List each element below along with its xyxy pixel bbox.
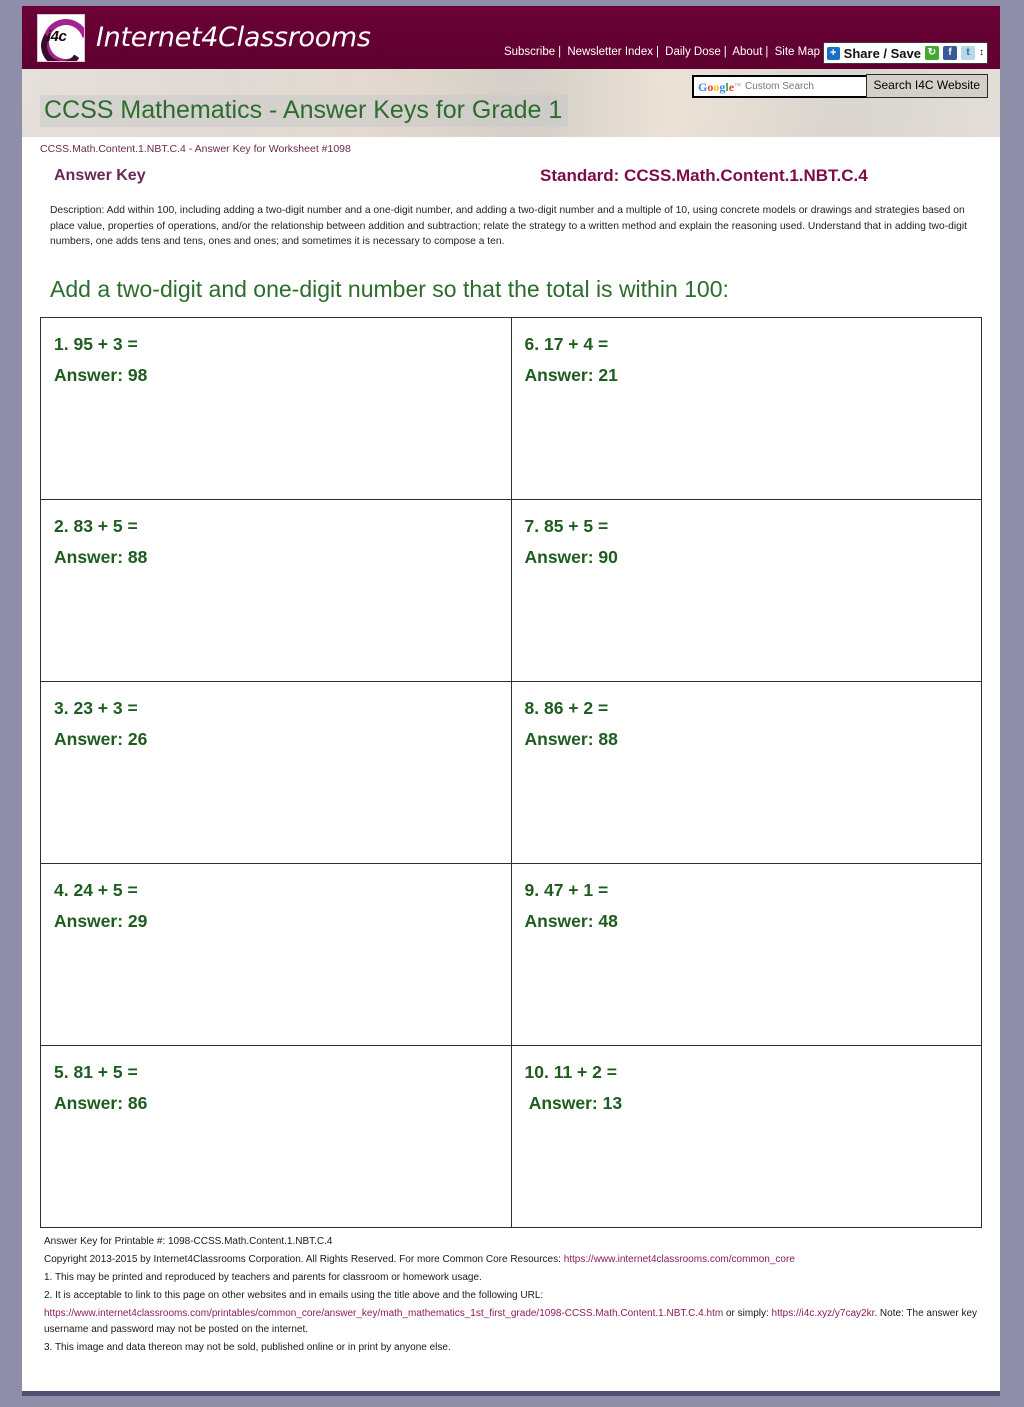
table-row: 1. 95 + 3 = Answer: 98 6. 17 + 4 = Answe… [40, 316, 982, 500]
problem-answer: Answer: 29 [54, 910, 148, 931]
problem-cell-10: 10. 11 + 2 = Answer: 13 [510, 1044, 982, 1228]
table-row: 2. 83 + 5 = Answer: 88 7. 85 + 5 = Answe… [40, 498, 982, 682]
instruction-heading: Add a two-digit and one-digit number so … [50, 275, 729, 302]
copyright-line: Copyright 2013-2015 by Internet4Classroo… [44, 1252, 980, 1268]
nav-item-site-map[interactable]: Site Map [775, 46, 820, 58]
footer-note-3: 3. This image and data thereon may not b… [44, 1341, 451, 1353]
nav-separator: | [558, 46, 562, 58]
printable-id-line: Answer Key for Printable #: 1098-CCSS.Ma… [44, 1235, 333, 1247]
nav-item-subscribe[interactable]: Subscribe [504, 46, 555, 58]
share-green-icon[interactable]: ↻ [925, 46, 939, 60]
nav-separator: | [723, 46, 727, 58]
i4c-badge-text: i4c [47, 27, 67, 45]
problem-answer: Answer: 13 [524, 1092, 623, 1113]
copyright-text: Copyright 2013-2015 by Internet4Classroo… [44, 1253, 564, 1265]
site-logo-text: Internet4Classrooms [96, 22, 371, 53]
problem-answer: Answer: 88 [54, 546, 148, 567]
problem-cell-9: 9. 47 + 1 = Answer: 48 [510, 862, 982, 1046]
problem-question: 1. 95 + 3 = [54, 333, 138, 354]
twitter-icon[interactable]: t [961, 46, 975, 60]
problems-grid: 1. 95 + 3 = Answer: 98 6. 17 + 4 = Answe… [40, 316, 982, 1228]
worksheet-id-line: CCSS.Math.Content.1.NBT.C.4 - Answer Key… [40, 143, 351, 155]
footer-url-line: https://www.internet4classrooms.com/prin… [44, 1306, 980, 1338]
plus-icon: + [826, 46, 840, 60]
footer-rule [22, 1391, 1000, 1396]
problem-cell-7: 7. 85 + 5 = Answer: 90 [510, 498, 982, 682]
problem-question: 8. 86 + 2 = [524, 697, 609, 718]
problem-cell-1: 1. 95 + 3 = Answer: 98 [40, 316, 512, 500]
problem-answer: Answer: 48 [524, 910, 618, 931]
facebook-icon[interactable]: f [943, 46, 957, 60]
nav-separator: | [765, 46, 769, 58]
page-title: CCSS Mathematics - Answer Keys for Grade… [40, 95, 569, 127]
worksheet-page: i4c Internet4Classrooms Subscribe | Newsl… [22, 6, 1000, 1396]
site-masthead: i4c Internet4Classrooms Subscribe | Newsl… [22, 6, 1000, 69]
search-button[interactable]: Search I4C Website [865, 74, 988, 98]
problem-cell-8: 8. 86 + 2 = Answer: 88 [510, 680, 982, 864]
problem-answer: Answer: 21 [524, 364, 618, 385]
problem-question: 5. 81 + 5 = [54, 1061, 138, 1082]
problem-question: 4. 24 + 5 = [54, 879, 138, 900]
problem-cell-5: 5. 81 + 5 = Answer: 86 [40, 1044, 512, 1228]
chevron-updown-icon[interactable]: ↕ [979, 48, 984, 58]
table-row: 4. 24 + 5 = Answer: 29 9. 47 + 1 = Answe… [40, 862, 982, 1046]
short-url-link[interactable]: https://i4c.xyz/y7cay2kr [772, 1308, 875, 1319]
answer-key-label: Answer Key [54, 167, 146, 184]
nav-item-newsletter-index[interactable]: Newsletter Index [567, 46, 653, 58]
google-logo-icon: Google [698, 79, 735, 94]
problem-cell-6: 6. 17 + 4 = Answer: 21 [510, 316, 982, 500]
nav-item-daily-dose[interactable]: Daily Dose [665, 46, 721, 58]
nav-item-about[interactable]: About [732, 46, 762, 58]
i4c-logo-icon: i4c [37, 13, 85, 62]
url-connector-text: or simply: [723, 1307, 772, 1319]
problem-answer: Answer: 86 [54, 1092, 148, 1113]
problem-question: 7. 85 + 5 = [524, 515, 609, 536]
nav-separator: | [655, 46, 659, 58]
share-save-widget[interactable]: + Share / Save ↻ f t ↕ [822, 42, 988, 64]
footer-note-2: 2. It is acceptable to link to this page… [44, 1289, 544, 1301]
problem-question: 6. 17 + 4 = [524, 333, 609, 354]
top-navigation: Subscribe | Newsletter Index | Daily Dose |… [504, 46, 820, 58]
page-banner: Google ™ Custom Search Search I4C Website… [22, 69, 1000, 137]
table-row: 3. 23 + 3 = Answer: 26 8. 86 + 2 = Answe… [40, 680, 982, 864]
standard-description: Description: Add within 100, including a… [50, 205, 968, 247]
site-logo[interactable]: i4c Internet4Classrooms [37, 13, 371, 62]
worksheet-url-link[interactable]: https://www.internet4classrooms.com/prin… [44, 1308, 723, 1319]
problem-answer: Answer: 90 [524, 546, 618, 567]
search-placeholder: Custom Search [745, 81, 814, 92]
problem-answer: Answer: 88 [524, 728, 618, 749]
problem-answer: Answer: 98 [54, 364, 148, 385]
search-input[interactable]: Google ™ Custom Search [692, 75, 878, 98]
standard-label: Standard: CCSS.Math.Content.1.NBT.C.4 [540, 166, 868, 185]
problem-question: 2. 83 + 5 = [54, 515, 138, 536]
problem-answer: Answer: 26 [54, 728, 148, 749]
problem-cell-3: 3. 23 + 3 = Answer: 26 [40, 680, 512, 864]
share-save-label: Share / Save [843, 45, 921, 61]
table-row: 5. 81 + 5 = Answer: 86 10. 11 + 2 = Answ… [40, 1044, 982, 1228]
footer-note-1: 1. This may be printed and reproduced by… [44, 1271, 482, 1283]
common-core-link[interactable]: https://www.internet4classrooms.com/comm… [564, 1254, 795, 1265]
problem-question: 9. 47 + 1 = [524, 879, 609, 900]
problem-cell-4: 4. 24 + 5 = Answer: 29 [40, 862, 512, 1046]
problem-question: 3. 23 + 3 = [54, 697, 138, 718]
answer-key-header: Answer Key Standard: CCSS.Math.Content.1… [22, 163, 1000, 197]
page-footer: Answer Key for Printable #: 1098-CCSS.Ma… [44, 1234, 980, 1356]
problem-cell-2: 2. 83 + 5 = Answer: 88 [40, 498, 512, 682]
trademark-symbol: ™ [734, 83, 742, 90]
problem-question: 10. 11 + 2 = [524, 1061, 617, 1082]
